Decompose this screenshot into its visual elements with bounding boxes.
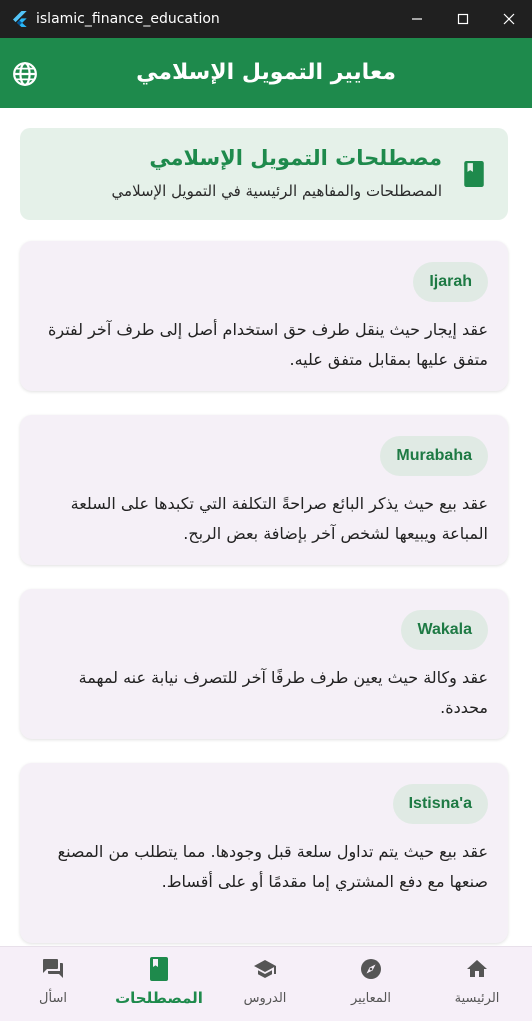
section-header: مصطلحات التمويل الإسلامي المصطلحات والمف… [20,128,508,220]
term-card[interactable]: Murabaha عقد بيع حيث يذكر البائع صراحةً … [20,415,508,565]
term-definition: عقد وكالة حيث يعين طرف طرفًا آخر للتصرف … [78,668,488,717]
close-icon [503,13,515,25]
window-title: islamic_finance_education [36,11,220,27]
section-title: مصطلحات التمويل الإسلامي [149,146,442,170]
nav-item-standards[interactable]: المعايير [318,947,424,1021]
term-card[interactable]: Istisna'a عقد بيع حيث يتم تداول سلعة قبل… [20,763,508,943]
book-icon [150,957,168,981]
chat-icon [43,959,63,978]
section-subtitle: المصطلحات والمفاهيم الرئيسية في التمويل … [111,182,442,200]
minimize-button[interactable] [394,0,440,38]
term-definition: عقد إيجار حيث ينقل طرف حق استخدام أصل إل… [48,320,488,369]
nav-item-ask[interactable]: اسأل [0,947,106,1021]
term-name-chip: Wakala [401,610,488,650]
nav-label: اسأل [39,991,67,1006]
flutter-logo-icon [13,11,27,27]
nav-label: المصطلحات [115,989,203,1007]
terms-list[interactable]: مصطلحات التمويل الإسلامي المصطلحات والمف… [0,108,532,946]
school-icon [254,960,276,978]
close-button[interactable] [486,0,532,38]
term-definition: عقد بيع حيث يتم تداول سلعة قبل وجودها. م… [57,842,488,891]
term-card[interactable]: Wakala عقد وكالة حيث يعين طرف طرفًا آخر … [20,589,508,739]
nav-item-lessons[interactable]: الدروس [212,947,318,1021]
home-icon [467,960,487,977]
maximize-icon [457,13,469,25]
window-titlebar: islamic_finance_education [0,0,532,38]
nav-item-home[interactable]: الرئيسية [424,947,530,1021]
compass-icon [361,959,381,979]
maximize-button[interactable] [440,0,486,38]
nav-label: الرئيسية [454,991,500,1006]
book-icon [464,161,484,187]
term-name-chip: Murabaha [380,436,488,476]
nav-label: الدروس [243,991,287,1006]
term-name-chip: Istisna'a [392,784,488,824]
nav-item-terms[interactable]: المصطلحات [106,947,212,1021]
globe-icon[interactable] [12,61,38,87]
term-definition: عقد بيع حيث يذكر البائع صراحةً التكلفة ا… [70,494,488,543]
term-name-chip: Ijarah [413,262,488,302]
bottom-navigation: اسأل المصطلحات الدروس المعايير الرئيسية [0,946,532,1021]
page-title: معايير التمويل الإسلامي [136,60,396,85]
app-bar: معايير التمويل الإسلامي [0,38,532,108]
term-card[interactable]: Ijarah عقد إيجار حيث ينقل طرف حق استخدام… [20,241,508,391]
minimize-icon [412,18,422,20]
nav-label: المعايير [350,991,392,1006]
